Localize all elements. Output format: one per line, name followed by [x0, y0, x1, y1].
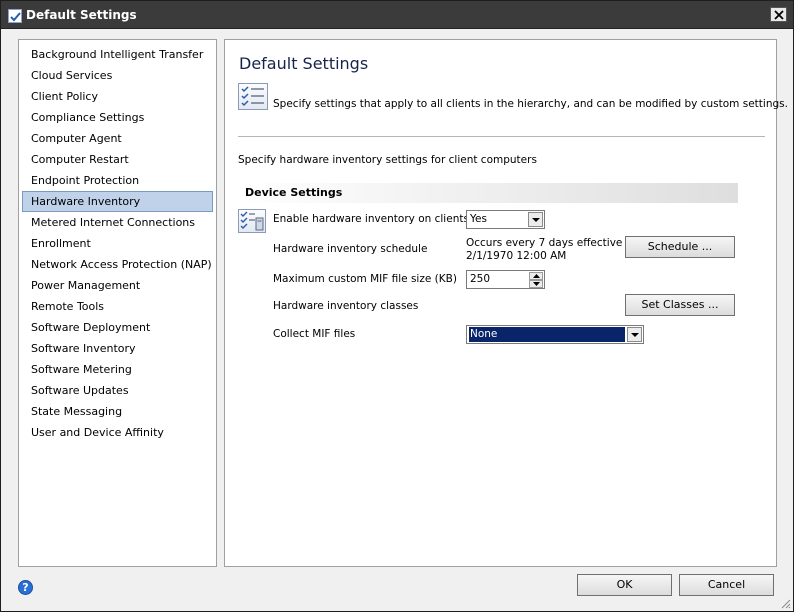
- spinner-down-button[interactable]: [529, 280, 543, 288]
- sidebar-item-software-metering[interactable]: Software Metering: [22, 359, 213, 380]
- sidebar-item-endpoint-protection[interactable]: Endpoint Protection: [22, 170, 213, 191]
- sidebar-item-network-access-protection-nap[interactable]: Network Access Protection (NAP): [22, 254, 213, 275]
- section-description: Specify hardware inventory settings for …: [238, 154, 537, 166]
- schedule-summary-line1: Occurs every 7 days effective: [466, 237, 623, 249]
- set-classes-button[interactable]: Set Classes ...: [625, 294, 735, 316]
- chevron-down-icon: [533, 282, 540, 286]
- sidebar-item-computer-restart[interactable]: Computer Restart: [22, 149, 213, 170]
- device-settings-header: Device Settings: [238, 183, 738, 203]
- section-title: Device Settings: [245, 186, 343, 199]
- sidebar-item-cloud-services[interactable]: Cloud Services: [22, 65, 213, 86]
- max-mif-size-label: Maximum custom MIF file size (KB): [273, 273, 457, 285]
- help-icon[interactable]: ?: [18, 580, 33, 595]
- max-mif-size-spinner[interactable]: 250: [466, 270, 545, 289]
- window-title: Default Settings: [26, 8, 137, 22]
- title-bar[interactable]: Default Settings: [1, 1, 793, 29]
- sidebar-item-remote-tools[interactable]: Remote Tools: [22, 296, 213, 317]
- checklist-icon: [238, 83, 268, 110]
- schedule-button[interactable]: Schedule ...: [625, 236, 735, 258]
- cancel-button[interactable]: Cancel: [679, 574, 774, 596]
- max-mif-size-value: 250: [470, 273, 491, 285]
- sidebar-item-background-intelligent-transfer[interactable]: Background Intelligent Transfer: [22, 44, 213, 65]
- checkbox-app-icon: [8, 9, 22, 23]
- collect-mif-files-value: None: [469, 327, 625, 342]
- dropdown-arrow-button[interactable]: [528, 212, 543, 227]
- sidebar-item-compliance-settings[interactable]: Compliance Settings: [22, 107, 213, 128]
- collect-mif-files-select[interactable]: None: [466, 325, 644, 344]
- sidebar-item-software-deployment[interactable]: Software Deployment: [22, 317, 213, 338]
- chevron-up-icon: [533, 274, 540, 278]
- sidebar-item-user-and-device-affinity[interactable]: User and Device Affinity: [22, 422, 213, 443]
- page-title: Default Settings: [239, 54, 369, 73]
- close-button[interactable]: [770, 7, 787, 22]
- resize-grip-icon[interactable]: [779, 597, 791, 609]
- separator: [238, 136, 765, 137]
- close-icon: [774, 10, 784, 20]
- schedule-summary-line2: 2/1/1970 12:00 AM: [466, 250, 567, 262]
- settings-category-list: Background Intelligent Transfer Cloud Ser…: [18, 39, 217, 567]
- chevron-down-icon: [532, 218, 540, 222]
- chevron-down-icon: [631, 333, 639, 337]
- sidebar-item-state-messaging[interactable]: State Messaging: [22, 401, 213, 422]
- hardware-inventory-classes-label: Hardware inventory classes: [273, 300, 419, 312]
- sidebar-item-software-updates[interactable]: Software Updates: [22, 380, 213, 401]
- enable-hardware-inventory-select[interactable]: Yes: [466, 210, 545, 229]
- sidebar-item-enrollment[interactable]: Enrollment: [22, 233, 213, 254]
- sidebar-item-computer-agent[interactable]: Computer Agent: [22, 128, 213, 149]
- default-settings-window: Default Settings Background Intelligent …: [0, 0, 794, 612]
- hardware-checklist-icon: [238, 209, 266, 233]
- spinner-up-button[interactable]: [529, 272, 543, 280]
- hardware-inventory-schedule-label: Hardware inventory schedule: [273, 243, 428, 255]
- ok-button[interactable]: OK: [577, 574, 672, 596]
- dropdown-arrow-button[interactable]: [627, 327, 642, 342]
- settings-content-panel: Default Settings Specify settings that a…: [224, 39, 788, 567]
- enable-hardware-inventory-value: Yes: [470, 213, 487, 225]
- collect-mif-files-label: Collect MIF files: [273, 328, 356, 340]
- sidebar-item-hardware-inventory[interactable]: Hardware Inventory: [22, 191, 213, 212]
- sidebar-item-metered-internet-connections[interactable]: Metered Internet Connections: [22, 212, 213, 233]
- enable-hardware-inventory-label: Enable hardware inventory on clients: [273, 213, 469, 225]
- sidebar-item-software-inventory[interactable]: Software Inventory: [22, 338, 213, 359]
- page-description: Specify settings that apply to all clien…: [273, 98, 788, 110]
- sidebar-item-power-management[interactable]: Power Management: [22, 275, 213, 296]
- nav-list: Background Intelligent Transfer Cloud Ser…: [19, 40, 216, 443]
- sidebar-item-client-policy[interactable]: Client Policy: [22, 86, 213, 107]
